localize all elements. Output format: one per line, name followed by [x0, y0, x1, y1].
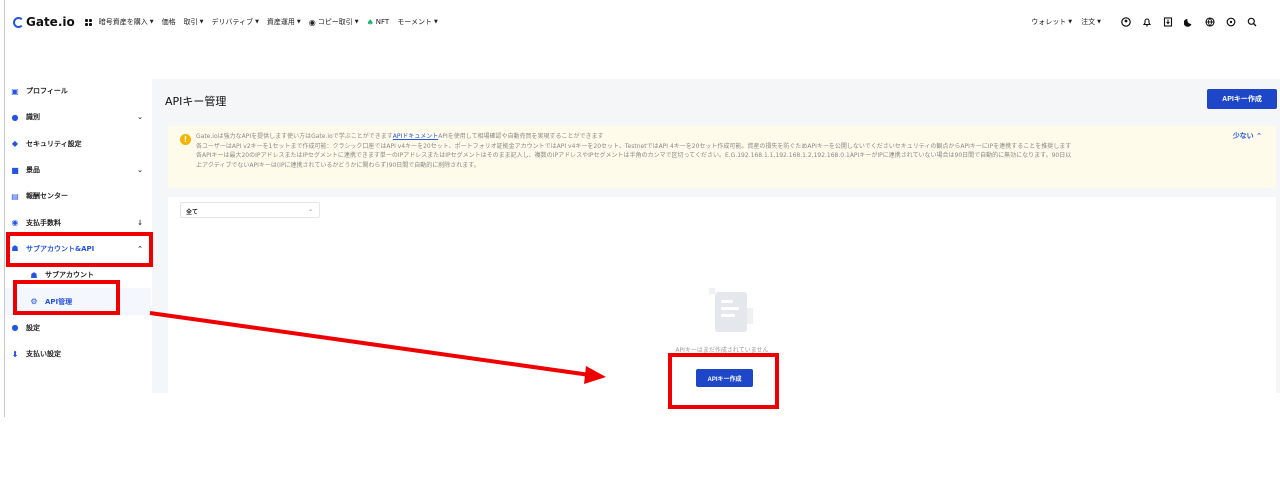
nft-icon: ♠: [366, 17, 374, 27]
shield-icon: ◆: [11, 139, 19, 149]
gate-logo[interactable]: Gate.io: [13, 15, 75, 29]
nav-label: 暗号資産を購入: [98, 18, 148, 26]
notice-banner: ! Gate.ioは強力なAPIを提供します使い方はGate.ioで学ぶことがで…: [168, 126, 1276, 188]
caret-down-icon: ▼: [296, 19, 301, 25]
sidebar-item-payment-settings[interactable]: ⬇ 支払い設定: [5, 341, 151, 367]
main-panel: APIキー管理 APIキー作成 ! Gate.ioは強力なAPIを提供します使い…: [152, 79, 1280, 393]
highlight-api-management: [13, 280, 120, 315]
sidebar-item-label: 支払手数料: [26, 218, 61, 227]
reward-icon: ▤: [11, 191, 19, 201]
nav-orders[interactable]: 注文 ▼: [1081, 17, 1101, 27]
user-icon[interactable]: [1121, 17, 1131, 27]
nav-price[interactable]: 価格: [162, 17, 176, 27]
sidebar-item-label: 景品: [26, 166, 40, 175]
caret-down-icon: ▼: [1097, 19, 1101, 25]
download-icon[interactable]: [1163, 17, 1173, 27]
globe-icon[interactable]: [1205, 17, 1215, 27]
nav-wallet[interactable]: ウォレット ▼: [1031, 17, 1072, 27]
nav-label: コピー取引: [317, 18, 353, 26]
bell-icon[interactable]: [1142, 17, 1152, 27]
nav-copy-trading[interactable]: ◉ コピー取引 ▼: [309, 17, 359, 27]
sidebar-item-label: セキュリティ設定: [26, 139, 82, 148]
sidebar-item-settings[interactable]: ● 設定: [5, 315, 151, 341]
dark-mode-icon[interactable]: [1184, 17, 1194, 27]
chevron-down-icon: ⌄: [307, 206, 313, 213]
sidebar-item-rewards[interactable]: ▤ 報酬センター: [5, 183, 151, 209]
caret-down-icon: ▼: [1068, 19, 1073, 25]
nav-label: ウォレット: [1031, 18, 1067, 26]
warning-icon: !: [180, 134, 191, 145]
payment-icon: ⬇: [11, 349, 19, 359]
screenshot-stage: Gate.io 暗号資産を購入 ▼ 価格 取引 ▼ デリバティブ ▼ 資産運用 ▼ ◉ コ…: [0, 0, 1280, 493]
show-less-label: 少ない: [1232, 132, 1254, 140]
nav-label: NFT: [375, 18, 390, 26]
highlight-subaccount-api: [6, 232, 153, 267]
filter-select[interactable]: 全て ⌄: [180, 202, 320, 218]
caret-down-icon: ▼: [433, 19, 438, 25]
caret-down-icon: ▼: [354, 19, 359, 25]
sidebar-item-label: サブアカウント: [45, 271, 94, 280]
notice-text: Gate.ioは強力なAPIを提供します使い方はGate.ioで学ぶことができま…: [196, 133, 393, 140]
chevron-down-icon: ⌄: [137, 113, 143, 122]
subaccount-sub-icon: ☗: [30, 270, 38, 280]
sidebar-item-label: 識別: [26, 113, 40, 122]
nav-buy-crypto[interactable]: 暗号資産を購入 ▼: [99, 17, 154, 27]
search-icon[interactable]: [1247, 17, 1257, 27]
notice-line-2: 各ユーザーはAPI v2キーを1セットまで作成可能：クラシック口座ではAPI v…: [196, 142, 1072, 150]
notice-line-4: 上アクティブでないAPIキーは(IPに連携されているかどうかに関わらず)90日間…: [196, 161, 480, 169]
sidebar-item-gifts[interactable]: ■ 景品 ⌄: [5, 157, 151, 183]
nav-moments[interactable]: モーメント ▼: [397, 17, 438, 27]
nav-label: 資産運用: [266, 18, 295, 26]
chevron-down-icon: ⌄: [137, 166, 143, 175]
caret-down-icon: ▼: [199, 19, 204, 25]
nav-label: 価格: [161, 18, 176, 26]
show-less-toggle[interactable]: 少ない ⌃: [1233, 132, 1262, 142]
nav-earn[interactable]: 資産運用 ▼: [267, 17, 301, 27]
apps-grid-icon[interactable]: [84, 18, 92, 26]
nav-label: 取引: [183, 18, 198, 26]
nav-nft[interactable]: ♠ NFT: [367, 18, 390, 27]
caret-down-icon: ▼: [149, 19, 154, 25]
sidebar: ▣ プロフィール ● 識別 ⌄ ◆ セキュリティ設定 ■ 景品 ⌄ ▤ 報酬センター ◉ 支払手…: [5, 78, 151, 367]
sidebar-item-security[interactable]: ◆ セキュリティ設定: [5, 131, 151, 157]
top-nav-right: ウォレット ▼ 注文 ▼: [1031, 0, 1257, 44]
sidebar-item-label: プロフィール: [26, 87, 68, 96]
api-docs-link[interactable]: APIドキュメント: [393, 133, 439, 140]
external-icon: ↓: [137, 218, 143, 227]
sidebar-item-label: 支払い設定: [26, 350, 61, 359]
sidebar-item-profile[interactable]: ▣ プロフィール: [5, 78, 151, 104]
gate-logo-icon: [13, 16, 24, 28]
create-api-key-button-top[interactable]: APIキー作成: [1207, 89, 1277, 109]
filter-value: 全て: [186, 209, 199, 216]
notice-line-3: 各APIキーは最大20のIPアドレスまたはIPセグメントに連携できます単一のIP…: [196, 152, 1072, 159]
fee-icon: ◉: [11, 218, 19, 228]
sidebar-item-identity[interactable]: ● 識別 ⌄: [5, 104, 151, 130]
top-nav: Gate.io 暗号資産を購入 ▼ 価格 取引 ▼ デリバティブ ▼ 資産運用 ▼ ◉ コ…: [5, 0, 1280, 44]
profile-icon: ▣: [11, 86, 19, 96]
nav-label: 注文: [1081, 18, 1096, 26]
notice-text: APIを使用して相場確認や自動売買を実現することができます: [438, 133, 604, 140]
nav-label: デリバティブ: [211, 18, 254, 26]
nav-trade[interactable]: 取引 ▼: [184, 17, 204, 27]
nav-derivatives[interactable]: デリバティブ ▼: [211, 17, 258, 27]
gift-icon: ■: [11, 165, 19, 175]
sidebar-item-label: 報酬センター: [26, 192, 68, 201]
browser-screen: Gate.io 暗号資産を購入 ▼ 価格 取引 ▼ デリバティブ ▼ 資産運用 ▼ ◉ コ…: [4, 0, 1280, 417]
nav-label: モーメント: [397, 18, 432, 26]
chevron-up-icon: ⌃: [1256, 132, 1262, 140]
identity-icon: ●: [11, 112, 19, 122]
highlight-create-button: [668, 353, 779, 409]
caret-down-icon: ▼: [255, 19, 259, 25]
notice-line-1: Gate.ioは強力なAPIを提供します使い方はGate.ioで学ぶことができま…: [196, 132, 1176, 142]
page-title: APIキー管理: [165, 95, 227, 108]
sidebar-item-label: 設定: [26, 323, 40, 332]
copy-icon: ◉: [308, 17, 316, 27]
settings-gear-icon[interactable]: [1226, 17, 1236, 27]
empty-document-icon: [709, 288, 753, 332]
settings-icon: ●: [11, 323, 19, 333]
logo-text: Gate.io: [26, 15, 75, 29]
